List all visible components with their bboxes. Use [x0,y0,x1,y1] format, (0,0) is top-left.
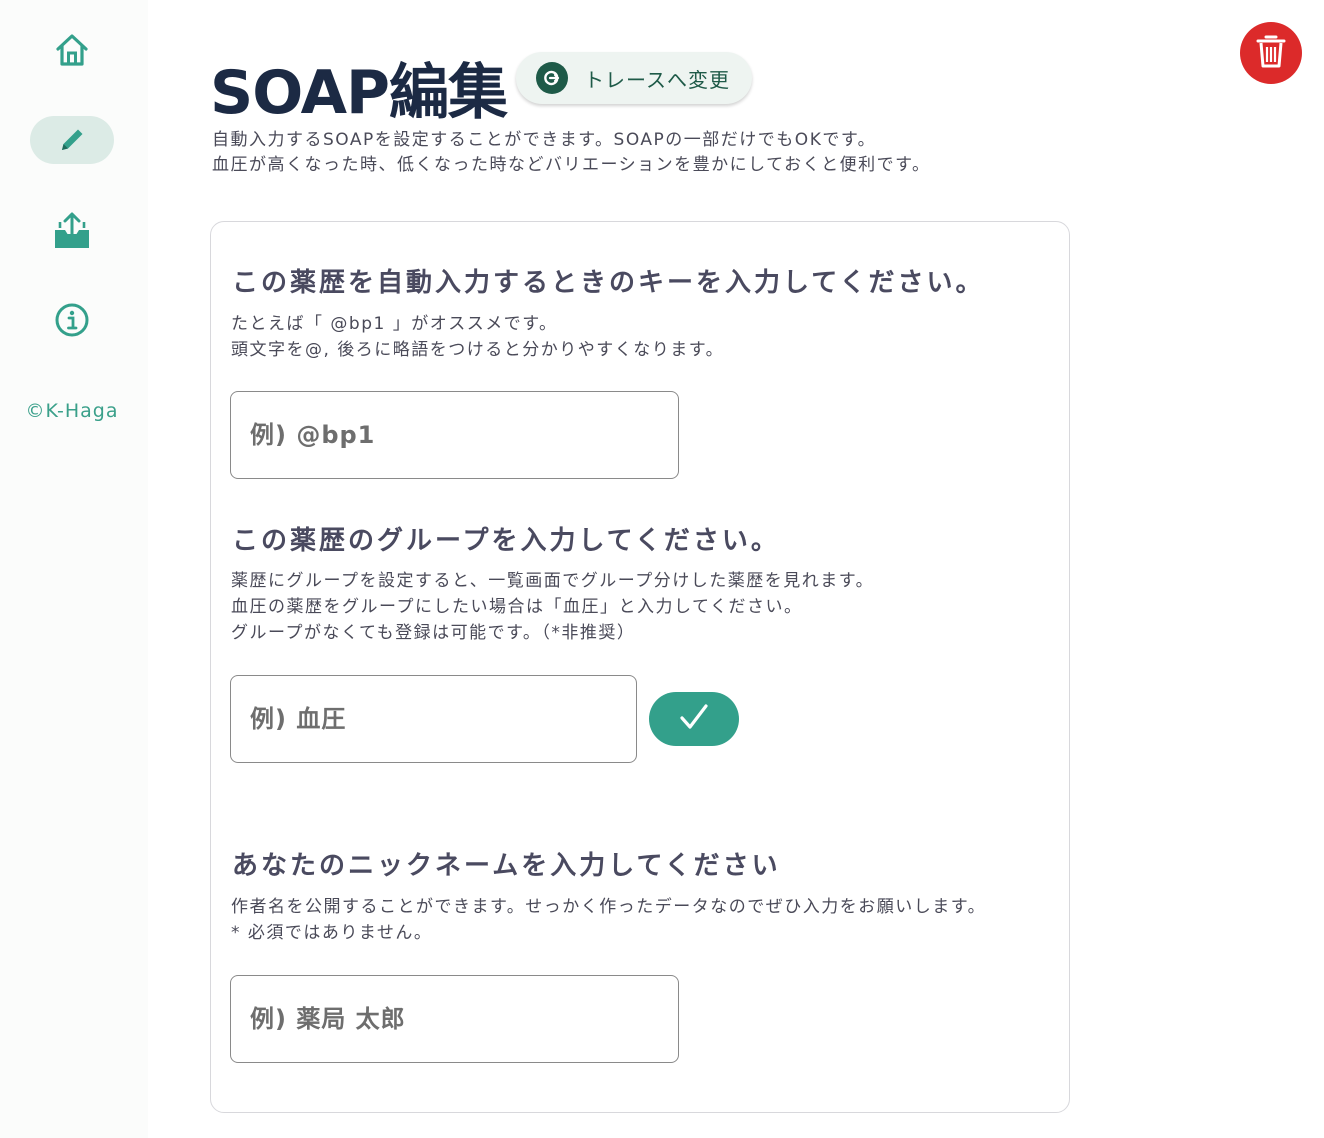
delete-button[interactable] [1240,22,1302,84]
group-description-line: 血圧の薬歴をグループにしたい場合は「血圧」と入力してください。 [231,597,803,617]
page-title: SOAP編集 [210,58,508,128]
nickname-input[interactable] [230,975,679,1063]
nickname-description-line: * 必須ではありません。 [231,923,433,943]
group-input[interactable] [230,675,637,763]
page-description-line: 血圧が高くなった時、低くなった時などバリエーションを豊かにしておくと便利です。 [212,155,931,175]
switch-to-trace-label: トレースへ変更 [584,67,730,92]
trash-icon [1255,33,1287,73]
switch-arrow-icon [536,62,568,94]
switch-to-trace-button[interactable]: トレースへ変更 [516,52,752,104]
key-description: たとえば「 @bp1 」がオススメです。 頭文字を@, 後ろに略語をつけると分か… [231,311,724,363]
group-description-line: 薬歴にグループを設定すると、一覧画面でグループ分けした薬歴を見れます。 [231,571,875,591]
page-description: 自動入力するSOAPを設定することができます。SOAPの一部だけでもOKです。 … [212,128,1092,178]
nickname-description: 作者名を公開することができます。せっかく作ったデータなのでぜひ入力をお願いします… [231,894,986,946]
sidebar-item-export[interactable] [30,206,114,254]
group-heading: この薬歴のグループを入力してください。 [232,526,780,556]
upload-tray-icon [52,210,92,250]
sidebar-item-edit[interactable] [30,116,114,164]
sidebar: ©K-Haga [0,0,148,1138]
group-description-line: グループがなくても登録は可能です。（*非推奨） [231,623,636,643]
info-icon [54,302,90,338]
home-icon [52,30,92,70]
sidebar-item-info[interactable] [30,296,114,344]
copyright-text: ©K-Haga [25,400,119,422]
group-description: 薬歴にグループを設定すると、一覧画面でグループ分けした薬歴を見れます。 血圧の薬… [231,568,874,646]
checkmark-icon [677,700,711,738]
key-description-line: たとえば「 @bp1 」がオススメです。 [231,314,558,334]
key-input[interactable] [230,391,679,479]
key-description-line: 頭文字を@, 後ろに略語をつけると分かりやすくなります。 [231,340,725,360]
nickname-description-line: 作者名を公開することができます。せっかく作ったデータなのでぜひ入力をお願いします… [231,897,987,917]
nickname-heading: あなたのニックネームを入力してください [232,851,781,881]
sidebar-item-home[interactable] [30,26,114,74]
pencil-icon [57,125,87,155]
group-confirm-button[interactable] [649,692,739,746]
key-heading: この薬歴を自動入力するときのキーを入力してください。 [232,268,985,298]
page-description-line: 自動入力するSOAPを設定することができます。SOAPの一部だけでもOKです。 [212,130,877,150]
